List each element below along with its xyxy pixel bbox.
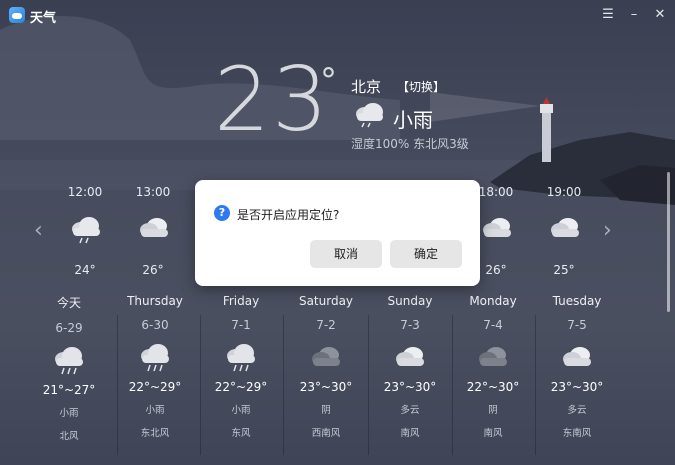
question-icon: ? [214,205,230,221]
modal-overlay: ? 是否开启应用定位? 取消 确定 [0,0,675,465]
location-permission-dialog: ? 是否开启应用定位? 取消 确定 [195,180,480,286]
cancel-button[interactable]: 取消 [310,240,382,268]
dialog-message: 是否开启应用定位? [237,208,340,222]
weather-window: 天气 ☰ – ✕ 23 ° 北京 【切换】 小雨 湿度100% 东北风3级 ‹ … [0,0,675,465]
confirm-button[interactable]: 确定 [390,240,462,268]
